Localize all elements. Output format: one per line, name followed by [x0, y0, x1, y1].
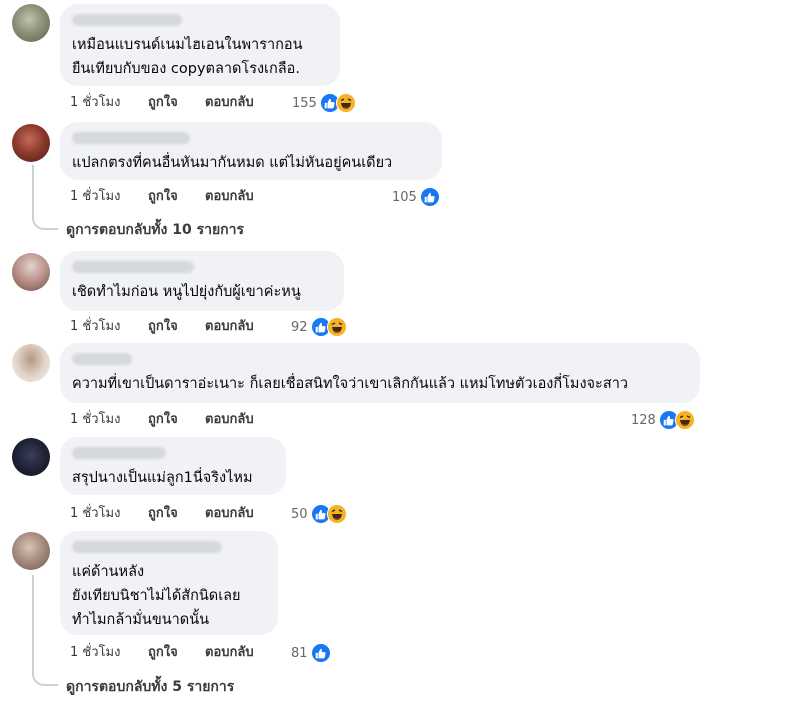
like-button[interactable]: ถูกใจ	[148, 643, 178, 663]
comment-text: แปลกตรงที่คนอื่นหันมากันหมด แต่ไม่หันอยู…	[72, 155, 393, 171]
like-icon	[419, 187, 440, 207]
reaction-count: 105	[392, 189, 417, 205]
like-button[interactable]: ถูกใจ	[148, 410, 178, 430]
avatar[interactable]	[12, 4, 50, 42]
commenter-name[interactable]	[72, 132, 190, 144]
view-replies-link[interactable]: ดูการตอบกลับทั้ง 5 รายการ	[66, 676, 234, 698]
avatar[interactable]	[12, 532, 50, 570]
reply-button[interactable]: ตอบกลับ	[205, 317, 254, 337]
comment-text: เชิดทำไมก่อน หนูไปยุ่งกับผู้เขาค่ะหนู	[72, 284, 301, 300]
commenter-name[interactable]	[72, 541, 222, 553]
comment-bubble: แค่ด้านหลัง ยังเทียบนิชาไม่ได้สักนิดเลย …	[60, 531, 278, 635]
like-button[interactable]: ถูกใจ	[148, 504, 178, 524]
reaction-count: 50	[291, 506, 308, 522]
thread-connector	[32, 670, 58, 686]
comment-text: สรุปนางเป็นแม่ลูก1นี่จริงไหม	[72, 470, 253, 486]
timestamp[interactable]: 1 ชั่วโมง	[70, 410, 120, 430]
like-icon	[310, 643, 331, 663]
thread-line	[32, 165, 34, 215]
reply-button[interactable]: ตอบกลับ	[205, 93, 254, 113]
reply-button[interactable]: ตอบกลับ	[205, 504, 254, 524]
reaction-summary[interactable]: 92	[291, 317, 347, 337]
comment-bubble: เชิดทำไมก่อน หนูไปยุ่งกับผู้เขาค่ะหนู	[60, 251, 344, 311]
reaction-summary[interactable]: 81	[291, 643, 331, 663]
like-button[interactable]: ถูกใจ	[148, 187, 178, 207]
comment-text: แค่ด้านหลัง ยังเทียบนิชาไม่ได้สักนิดเลย …	[72, 564, 241, 628]
like-button[interactable]: ถูกใจ	[148, 317, 178, 337]
timestamp[interactable]: 1 ชั่วโมง	[70, 643, 120, 663]
haha-icon	[674, 410, 695, 430]
reply-button[interactable]: ตอบกลับ	[205, 643, 254, 663]
comment-text: ความที่เขาเป็นดาราอ่ะเนาะ ก็เลยเชื่อสนิท…	[72, 376, 628, 392]
thread-connector	[32, 214, 58, 230]
reaction-summary[interactable]: 50	[291, 504, 347, 524]
reply-button[interactable]: ตอบกลับ	[205, 410, 254, 430]
reaction-count: 155	[292, 95, 317, 111]
reaction-count: 128	[631, 412, 656, 428]
haha-icon	[326, 504, 347, 524]
comment-text: เหมือนแบรนด์เนมไฮเอนในพารากอน ยืนเทียบกั…	[72, 37, 303, 77]
reaction-count: 81	[291, 645, 308, 661]
timestamp[interactable]: 1 ชั่วโมง	[70, 317, 120, 337]
avatar[interactable]	[12, 253, 50, 291]
commenter-name[interactable]	[72, 447, 166, 459]
commenter-name[interactable]	[72, 261, 194, 273]
commenter-name[interactable]	[72, 353, 132, 365]
reaction-summary[interactable]: 155	[292, 93, 356, 113]
reaction-summary[interactable]: 105	[392, 187, 440, 207]
reply-button[interactable]: ตอบกลับ	[205, 187, 254, 207]
reaction-summary[interactable]: 128	[631, 410, 695, 430]
comment-bubble: ความที่เขาเป็นดาราอ่ะเนาะ ก็เลยเชื่อสนิท…	[60, 343, 700, 403]
avatar[interactable]	[12, 438, 50, 476]
reaction-count: 92	[291, 319, 308, 335]
comment-bubble: แปลกตรงที่คนอื่นหันมากันหมด แต่ไม่หันอยู…	[60, 122, 442, 180]
timestamp[interactable]: 1 ชั่วโมง	[70, 504, 120, 524]
haha-icon	[326, 317, 347, 337]
comment-bubble: เหมือนแบรนด์เนมไฮเอนในพารากอน ยืนเทียบกั…	[60, 4, 340, 86]
timestamp[interactable]: 1 ชั่วโมง	[70, 187, 120, 207]
view-replies-link[interactable]: ดูการตอบกลับทั้ง 10 รายการ	[66, 219, 244, 241]
avatar[interactable]	[12, 124, 50, 162]
like-button[interactable]: ถูกใจ	[148, 93, 178, 113]
commenter-name[interactable]	[72, 14, 182, 26]
timestamp[interactable]: 1 ชั่วโมง	[70, 93, 120, 113]
haha-icon	[335, 93, 356, 113]
comment-bubble: สรุปนางเป็นแม่ลูก1นี่จริงไหม	[60, 437, 286, 495]
avatar[interactable]	[12, 344, 50, 382]
thread-line	[32, 575, 34, 671]
